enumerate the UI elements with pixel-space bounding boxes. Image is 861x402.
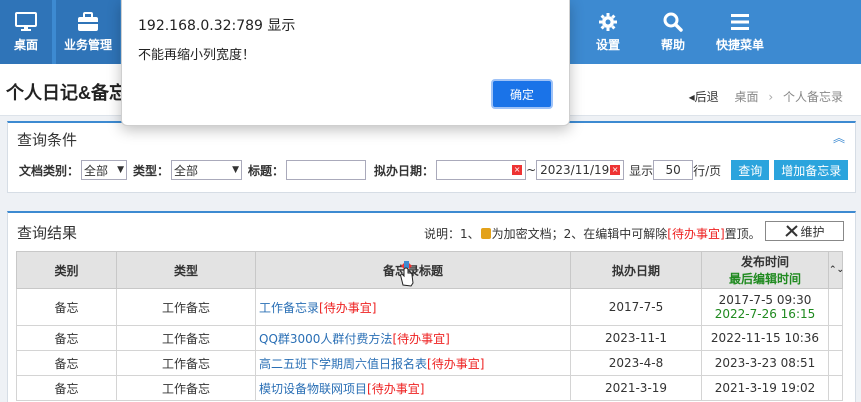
nav-business-label: 业务管理 (63, 38, 112, 52)
nav-settings-label: 设置 (595, 38, 620, 52)
query-panel: 查询条件 ︽ 文档类别： 全部 ▼ 类型： 全部 ▼ 标题： 拟办日期： × ~ 2… (7, 121, 856, 193)
nav-desk-label: 桌面 (13, 38, 38, 52)
todo-tag: [待办事宜] (319, 300, 377, 315)
monitor-icon (15, 12, 37, 31)
hamburger-icon (731, 14, 749, 30)
date-to-input[interactable]: 2023/11/19 × (536, 160, 625, 180)
subject-input[interactable] (286, 160, 367, 180)
breadcrumb-current: 个人备忘录 (782, 90, 843, 104)
lock-icon (480, 228, 491, 239)
briefcase-icon (78, 12, 98, 31)
results-panel-title: 查询结果 (17, 224, 78, 242)
nav-settings[interactable]: 设置 (584, 0, 632, 64)
subject-label: 标题： (248, 163, 285, 178)
page-title: 个人日记&备忘 (6, 83, 127, 103)
table-row: 备忘 工作备忘 模切设备物联网项目[待办事宜] 2021-3-19 2021-3… (16, 375, 843, 401)
date-from-input[interactable]: × (436, 160, 527, 180)
memo-link[interactable]: 高二五班下学期周六值日报名表 (259, 357, 427, 371)
nav-help[interactable]: 帮助 (650, 0, 696, 64)
page-size-input[interactable]: 50 (653, 160, 694, 180)
chevron-down-icon: ▼ (117, 165, 125, 175)
breadcrumb: ◂后退 桌面 › 个人备忘录 (689, 88, 843, 105)
results-note: 说明：1、 为加密文档；2、在编辑中可解除[待办事宜]置顶。 (424, 227, 761, 241)
memo-link[interactable]: 模切设备物联网项目 (259, 382, 367, 396)
date-label: 拟办日期： (374, 163, 435, 178)
memo-link[interactable]: 工作备忘录 (259, 301, 319, 315)
results-panel: 查询结果 说明：1、 为加密文档；2、在编辑中可解除[待办事宜]置顶。 维护 类别… (7, 211, 856, 402)
alert-message: 不能再缩小列宽度！ (138, 48, 256, 63)
col-date[interactable]: 拟办日期 (570, 251, 702, 289)
maintain-button[interactable]: 维护 (765, 221, 844, 241)
breadcrumb-separator: › (768, 90, 774, 104)
per-page-label: 行/页 (693, 163, 722, 178)
breadcrumb-desk[interactable]: 桌面 (735, 90, 759, 104)
nav-desk[interactable]: 桌面 (0, 0, 52, 64)
nav-business[interactable]: 业务管理 (56, 0, 120, 64)
clear-icon[interactable]: × (610, 165, 621, 175)
alert-dialog: 192.168.0.32:789 显示 不能再缩小列宽度！ 确定 (121, 0, 570, 126)
alert-title: 192.168.0.32:789 显示 (138, 18, 296, 34)
collapse-icon[interactable]: ︽ (833, 129, 845, 146)
search-icon (663, 12, 683, 32)
ok-button[interactable]: 确定 (491, 79, 553, 109)
table-row: 备忘 工作备忘 QQ群3000人群付费方法[待办事宜] 2023-11-1 20… (16, 325, 843, 351)
results-table: 类别 类型 备忘录标题 拟办日期 发布时间 最后编辑时间 ⌃⌄ 备忘 工作备忘 工… (16, 251, 844, 401)
doc-type-label: 文档类别： (19, 163, 80, 178)
show-label: 显示 (629, 163, 654, 178)
table-header-row: 类别 类型 备忘录标题 拟办日期 发布时间 最后编辑时间 ⌃⌄ (16, 251, 844, 289)
date-range-tilde: ~ (526, 163, 537, 177)
add-memo-button[interactable]: 增加备忘录 (774, 160, 849, 180)
doc-type-select[interactable]: 全部 ▼ (81, 160, 128, 180)
query-panel-title: 查询条件 (17, 131, 78, 149)
table-row: 备忘 工作备忘 工作备忘录[待办事宜] 2017-7-5 2017-7-5 09… (16, 288, 843, 326)
nav-help-label: 帮助 (660, 38, 685, 52)
col-publish[interactable]: 发布时间 最后编辑时间 (701, 251, 829, 289)
col-type[interactable]: 类型 (116, 251, 256, 289)
gear-icon (599, 13, 617, 31)
back-link[interactable]: ◂后退 (689, 90, 719, 104)
clear-icon[interactable]: × (512, 165, 523, 175)
sort-arrows-icon[interactable]: ⌃⌄ (828, 251, 844, 289)
todo-tag: [待办事宜] (427, 356, 485, 371)
todo-tag: [待办事宜] (392, 331, 450, 346)
query-button[interactable]: 查询 (731, 160, 770, 180)
type-label: 类型： (133, 163, 170, 178)
table-row: 备忘 工作备忘 高二五班下学期周六值日报名表[待办事宜] 2023-4-8 20… (16, 350, 843, 376)
memo-link[interactable]: QQ群3000人群付费方法 (259, 332, 392, 346)
todo-tag: [待办事宜] (367, 381, 425, 396)
nav-quick-menu-label: 快捷菜单 (715, 38, 764, 52)
hand-cursor-icon (400, 261, 414, 287)
tools-icon (785, 225, 799, 237)
nav-quick-menu[interactable]: 快捷菜单 (710, 0, 770, 64)
query-form: 文档类别： 全部 ▼ 类型： 全部 ▼ 标题： 拟办日期： × ~ 2023/11/… (19, 158, 849, 182)
type-select[interactable]: 全部 ▼ (171, 160, 243, 180)
col-category[interactable]: 类别 (16, 251, 117, 289)
chevron-down-icon: ▼ (232, 165, 240, 175)
